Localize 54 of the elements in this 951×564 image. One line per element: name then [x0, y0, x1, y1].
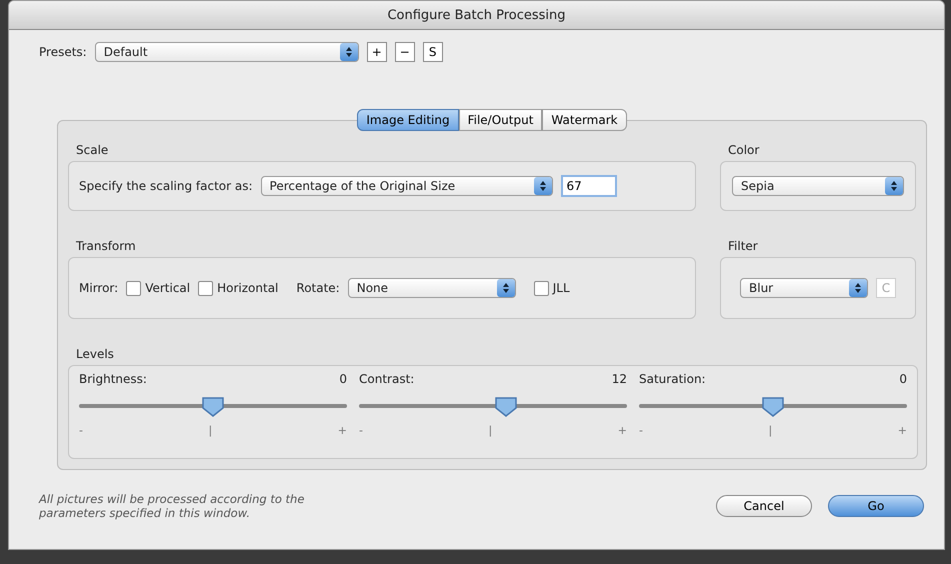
- tick-label: -: [639, 424, 643, 437]
- tick-label: |: [768, 424, 772, 437]
- field-label: Specify the scaling factor as:: [79, 179, 253, 193]
- group-title: Color: [728, 143, 760, 157]
- go-button[interactable]: Go: [828, 495, 924, 517]
- group-title: Transform: [76, 239, 137, 253]
- info-text: All pictures will be processed according to the parameters specified in this window.: [39, 492, 306, 520]
- slider-thumb[interactable]: [494, 396, 518, 418]
- slider-value: 0: [899, 372, 907, 386]
- tab[interactable]: Watermark: [542, 109, 627, 131]
- tick-label: -: [359, 424, 363, 437]
- preset-button[interactable]: +: [366, 42, 387, 62]
- slider-thumb[interactable]: [201, 396, 225, 418]
- preset-button[interactable]: −: [394, 42, 415, 62]
- group-title: Scale: [76, 143, 110, 157]
- stepper-icon: [496, 279, 515, 297]
- checkbox[interactable]: [198, 280, 214, 296]
- tick-label: |: [488, 424, 492, 437]
- slider-label: Brightness:: [79, 372, 147, 386]
- field-label: Rotate:: [296, 281, 340, 295]
- tick-label: +: [338, 424, 347, 437]
- tab[interactable]: File/Output: [458, 109, 542, 131]
- tick-label: +: [618, 424, 627, 437]
- checkbox[interactable]: [534, 280, 549, 296]
- scale-input[interactable]: 67: [560, 175, 617, 197]
- stepper-icon: [534, 177, 552, 195]
- filter-dropdown[interactable]: Blur: [740, 278, 868, 298]
- stepper-icon: [340, 43, 358, 61]
- slider-value: 12: [612, 372, 627, 386]
- stepper-icon: [849, 279, 867, 297]
- slider-value: 0: [339, 372, 347, 386]
- field-label: Mirror:: [79, 281, 118, 295]
- slider-thumb[interactable]: [761, 396, 785, 418]
- rotate-dropdown[interactable]: None: [348, 278, 516, 298]
- slider-label: Contrast:: [359, 372, 414, 386]
- checkbox-label: JLL: [552, 281, 570, 295]
- group-title: Filter: [728, 239, 759, 253]
- slider-label: Saturation:: [639, 372, 706, 386]
- color-dropdown[interactable]: Sepia: [732, 176, 904, 196]
- stepper-icon: [885, 177, 903, 195]
- checkbox[interactable]: [126, 280, 142, 296]
- scale-mode-dropdown[interactable]: Percentage of the Original Size: [260, 176, 553, 196]
- checkbox-label: Vertical: [145, 281, 190, 295]
- group-title: Levels: [76, 347, 115, 361]
- tick-label: -: [79, 424, 83, 437]
- tick-label: |: [208, 424, 212, 437]
- presets-label: Presets:: [39, 45, 87, 59]
- window-title: Configure Batch Processing: [387, 8, 566, 22]
- checkbox-label: Horizontal: [217, 281, 278, 295]
- tick-label: +: [898, 424, 907, 437]
- tab[interactable]: Image Editing: [357, 109, 459, 131]
- cancel-button[interactable]: Cancel: [716, 495, 812, 517]
- presets-dropdown[interactable]: Default: [94, 42, 359, 62]
- preset-button[interactable]: S: [422, 42, 443, 62]
